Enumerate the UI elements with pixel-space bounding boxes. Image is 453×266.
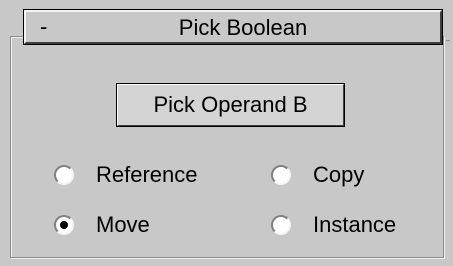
radio-reference-circle[interactable] bbox=[54, 165, 74, 185]
rollout-title-bar[interactable]: - Pick Boolean bbox=[23, 9, 443, 45]
rollout-title: Pick Boolean bbox=[178, 15, 308, 40]
radio-instance-label: Instance bbox=[313, 212, 397, 237]
frame-divider bbox=[446, 40, 450, 41]
radio-move[interactable]: Move bbox=[54, 210, 150, 240]
radio-move-circle[interactable] bbox=[54, 215, 74, 235]
pick-boolean-rollout: - Pick Boolean Pick Operand B Reference … bbox=[0, 0, 453, 266]
radio-instance[interactable]: Instance bbox=[271, 210, 396, 240]
radio-copy-circle[interactable] bbox=[271, 165, 291, 185]
radio-reference[interactable]: Reference bbox=[54, 160, 198, 190]
radio-selected-dot-icon bbox=[60, 221, 68, 229]
radio-instance-circle[interactable] bbox=[271, 215, 291, 235]
radio-reference-label: Reference bbox=[96, 162, 198, 187]
pick-operand-b-button[interactable]: Pick Operand B bbox=[116, 83, 345, 127]
radio-move-label: Move bbox=[96, 212, 150, 237]
radio-copy-label: Copy bbox=[313, 162, 365, 187]
radio-copy[interactable]: Copy bbox=[271, 160, 364, 190]
